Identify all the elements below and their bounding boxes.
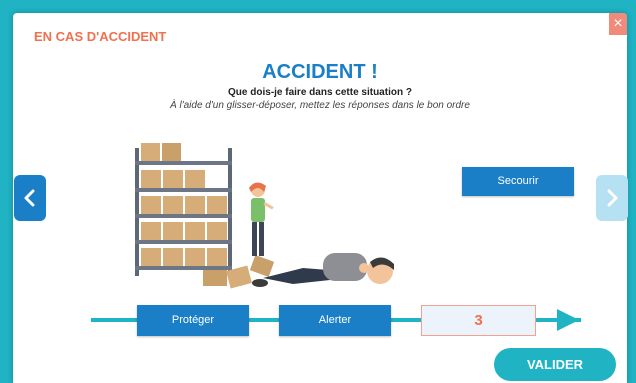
chevron-left-icon	[24, 189, 35, 207]
timeline-slot-2[interactable]: Alerter	[279, 305, 391, 336]
accident-illustration	[135, 143, 394, 289]
timeline-arrow-icon	[557, 309, 579, 331]
chevron-right-icon	[607, 189, 618, 207]
question-text: Que dois-je faire dans cette situation ?	[228, 87, 412, 98]
slot-number: 3	[474, 312, 483, 329]
close-button[interactable]: ×	[609, 13, 627, 35]
next-button[interactable]	[596, 175, 628, 221]
validate-button[interactable]: VALIDER	[494, 348, 616, 381]
page-title: ACCIDENT !	[262, 61, 378, 83]
prev-button[interactable]	[14, 175, 46, 221]
header-title: EN CAS D'ACCIDENT	[34, 29, 167, 44]
answer-card-secourir[interactable]: Secourir	[462, 167, 574, 196]
modal-panel: × EN CAS D'ACCIDENT ACCIDENT ! Que dois-…	[13, 13, 627, 383]
close-icon[interactable]: ×	[613, 15, 622, 32]
timeline-slot-1[interactable]: Protéger	[137, 305, 249, 336]
instruction-text: À l'aide d'un glisser-déposer, mettez le…	[170, 100, 470, 111]
timeline-slot-3-dropzone[interactable]: 3	[421, 305, 536, 336]
